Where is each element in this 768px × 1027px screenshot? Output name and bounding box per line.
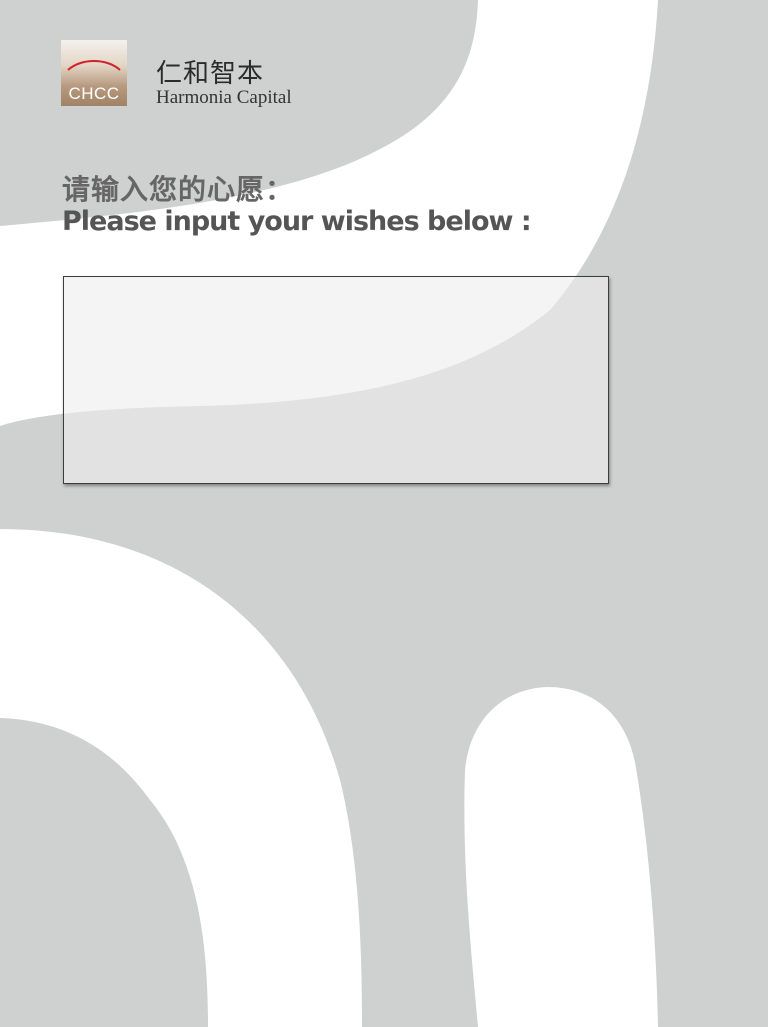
right-pill-shape: [464, 687, 658, 1027]
background-decoration: [0, 0, 658, 1027]
prompt-heading-cn: 请输入您的心愿：: [62, 173, 295, 206]
brand-name-en: Harmonia Capital: [156, 87, 292, 108]
brand-name-cn: 仁和智本: [156, 59, 265, 89]
wish-input[interactable]: [63, 276, 609, 484]
prompt-heading-en: Please input your wishes below :: [62, 206, 532, 237]
chcc-logo-icon: CHCC: [61, 40, 127, 106]
left-arch-shape: [0, 529, 362, 1027]
logo-abbr: CHCC: [68, 84, 120, 103]
